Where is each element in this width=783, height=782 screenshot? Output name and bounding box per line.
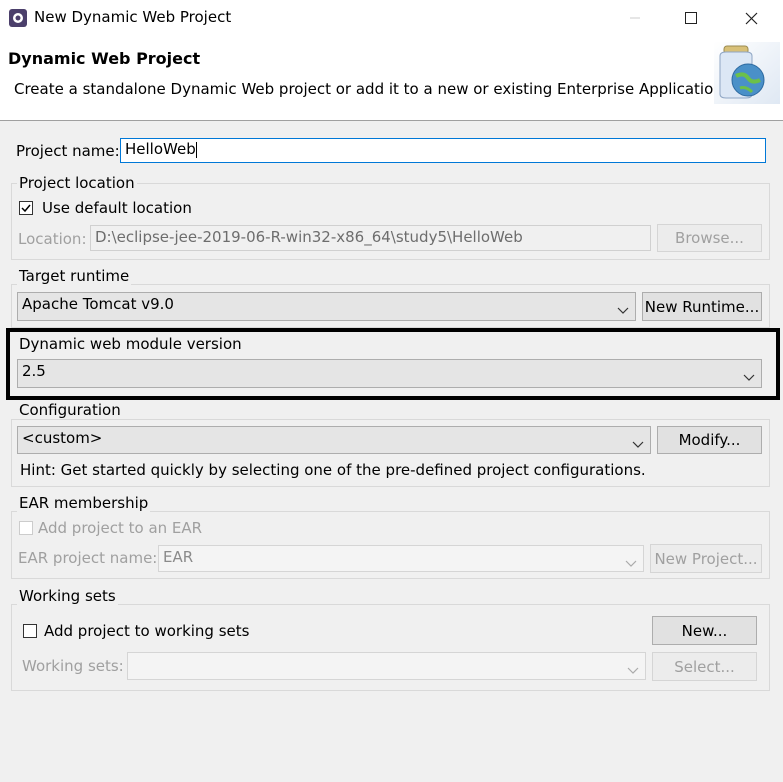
project-name-field[interactable]: HelloWeb	[120, 138, 766, 163]
working-sets-select[interactable]	[127, 652, 646, 680]
configuration-select[interactable]: <custom>	[17, 426, 651, 454]
new-ear-project-button[interactable]: New Project...	[650, 544, 762, 573]
add-to-working-sets-label: Add project to working sets	[44, 622, 250, 640]
page-title: Dynamic Web Project	[8, 49, 201, 68]
chevron-down-icon	[627, 661, 639, 679]
target-runtime-select[interactable]: Apache Tomcat v9.0	[17, 292, 636, 321]
ear-project-name-label: EAR project name:	[18, 549, 158, 567]
add-to-ear-checkbox[interactable]	[19, 521, 33, 535]
new-runtime-button[interactable]: New Runtime...	[642, 292, 762, 321]
project-location-group-label: Project location	[17, 174, 137, 192]
modify-button[interactable]: Modify...	[657, 426, 762, 454]
target-runtime-value: Apache Tomcat v9.0	[22, 295, 174, 313]
module-version-select[interactable]: 2.5	[17, 359, 762, 388]
location-field[interactable]: D:\eclipse-jee-2019-06-R-win32-x86_64\st…	[90, 225, 651, 251]
working-sets-label: Working sets:	[22, 657, 124, 675]
configuration-value: <custom>	[22, 429, 103, 447]
module-version-value: 2.5	[22, 362, 46, 380]
chevron-down-icon	[625, 554, 637, 572]
chevron-down-icon	[617, 301, 629, 319]
configuration-hint: Hint: Get started quickly by selecting o…	[20, 461, 646, 479]
target-runtime-group-label: Target runtime	[17, 267, 132, 285]
location-label: Location:	[18, 230, 87, 248]
configuration-group-label: Configuration	[17, 401, 123, 419]
window-title: New Dynamic Web Project	[34, 8, 232, 26]
eclipse-app-icon	[8, 8, 28, 28]
chevron-down-icon	[632, 435, 644, 453]
ear-membership-group-label: EAR membership	[17, 494, 151, 512]
select-working-sets-button[interactable]: Select...	[652, 652, 757, 681]
new-working-set-button[interactable]: New...	[652, 616, 757, 645]
page-description: Create a standalone Dynamic Web project …	[14, 80, 728, 98]
use-default-location-checkbox[interactable]	[19, 201, 33, 215]
minimize-icon[interactable]	[612, 4, 658, 32]
web-project-jar-icon	[714, 42, 780, 104]
add-to-ear-label: Add project to an EAR	[38, 519, 203, 537]
module-version-group-label: Dynamic web module version	[19, 335, 242, 353]
working-sets-group-label: Working sets	[17, 587, 118, 605]
project-name-value: HelloWeb	[125, 140, 196, 158]
ear-project-name-value: EAR	[163, 548, 194, 566]
add-to-working-sets-checkbox[interactable]	[23, 624, 37, 638]
chevron-down-icon	[743, 368, 755, 386]
project-name-label: Project name:	[16, 142, 120, 160]
browse-button[interactable]: Browse...	[657, 224, 762, 252]
use-default-location-label: Use default location	[42, 199, 192, 217]
ear-project-name-select[interactable]: EAR	[158, 545, 644, 572]
close-icon[interactable]	[728, 4, 774, 32]
maximize-icon[interactable]	[668, 4, 714, 32]
